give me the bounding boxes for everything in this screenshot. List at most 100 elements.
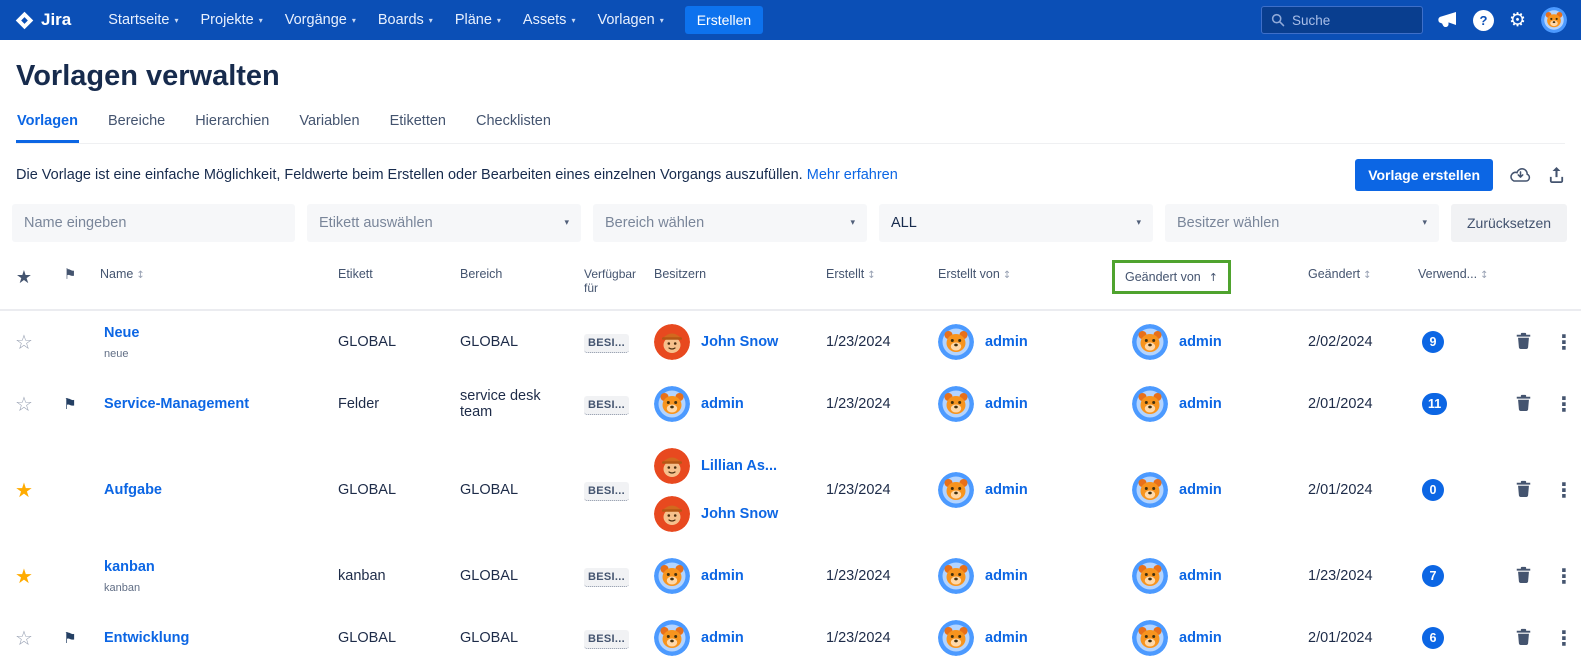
nav-item-boards[interactable]: Boards▾ <box>367 0 444 40</box>
template-name-link[interactable]: Entwicklung <box>104 630 189 646</box>
created-by-link[interactable]: admin <box>985 568 1028 584</box>
modified-by-link[interactable]: admin <box>1179 568 1222 584</box>
kebab-menu-icon[interactable]: ⋮ <box>1554 330 1574 354</box>
delete-icon[interactable] <box>1516 480 1531 497</box>
label-cell: GLOBAL <box>330 310 452 373</box>
created-by: admin <box>938 558 1102 594</box>
area-filter-select[interactable]: Bereich wählen ▾ <box>593 204 867 242</box>
delete-icon[interactable] <box>1516 628 1531 645</box>
owner-name-link[interactable]: Lillian As... <box>701 458 777 474</box>
template-name-link[interactable]: Neue <box>104 325 139 341</box>
col-geaendert-von[interactable]: Geändert von ↑ <box>1110 255 1300 310</box>
learn-more-link[interactable]: Mehr erfahren <box>807 167 898 183</box>
created-by-link[interactable]: admin <box>985 334 1028 350</box>
tab-checklisten[interactable]: Checklisten <box>475 109 552 143</box>
created-by-link[interactable]: admin <box>985 482 1028 498</box>
chevron-down-icon: ▾ <box>571 16 575 25</box>
help-icon[interactable]: ? <box>1473 10 1494 31</box>
col-name[interactable]: Name↕ <box>92 255 330 310</box>
created-date: 1/23/2024 <box>818 545 930 607</box>
owner-name-link[interactable]: John Snow <box>701 506 778 522</box>
modified-by-avatar <box>1132 324 1168 360</box>
owner-avatar <box>654 386 690 422</box>
modified-by-link[interactable]: admin <box>1179 630 1222 646</box>
reset-button[interactable]: Zurücksetzen <box>1451 204 1567 242</box>
nav-item-startseite[interactable]: Startseite▾ <box>97 0 189 40</box>
announcement-icon[interactable] <box>1438 11 1458 29</box>
col-erstellt-von-label: Erstellt von <box>938 267 1000 281</box>
template-name-link[interactable]: Service-Management <box>104 396 249 412</box>
tab-variablen[interactable]: Variablen <box>298 109 360 143</box>
label-filter-select[interactable]: Etikett auswählen ▾ <box>307 204 581 242</box>
nav-item-vorgaenge[interactable]: Vorgänge▾ <box>274 0 367 40</box>
star-outline-icon[interactable]: ☆ <box>15 330 33 354</box>
star-filled-icon[interactable]: ★ <box>15 564 33 588</box>
global-search[interactable] <box>1261 6 1423 34</box>
delete-icon[interactable] <box>1516 394 1531 411</box>
jira-logo[interactable]: Jira <box>14 10 71 31</box>
search-input[interactable] <box>1292 13 1402 28</box>
created-by-avatar <box>938 620 974 656</box>
star-filled-icon[interactable]: ★ <box>15 478 33 502</box>
chevron-down-icon: ▾ <box>429 16 433 25</box>
modified-by-link[interactable]: admin <box>1179 334 1222 350</box>
gear-icon[interactable]: ⚙ <box>1509 11 1526 30</box>
col-erstellt-von[interactable]: Erstellt von↕ <box>930 255 1110 310</box>
jira-logo-icon <box>14 10 35 31</box>
star-outline-icon[interactable]: ☆ <box>15 626 33 650</box>
name-filter-input[interactable] <box>12 204 295 242</box>
owner-name-link[interactable]: admin <box>701 396 744 412</box>
user-avatar[interactable] <box>1541 7 1567 33</box>
create-template-button[interactable]: Vorlage erstellen <box>1355 159 1493 191</box>
main-content: Vorlagen verwalten Vorlagen Bereiche Hie… <box>0 60 1581 669</box>
owner: John Snow <box>654 324 810 360</box>
created-by: admin <box>938 472 1102 508</box>
col-verfuegbar-fuer: Verfügbar für <box>580 255 646 310</box>
tab-hierarchien[interactable]: Hierarchien <box>194 109 270 143</box>
col-name-label: Name <box>100 267 133 281</box>
nav-item-projekte[interactable]: Projekte▾ <box>190 0 274 40</box>
tab-etiketten[interactable]: Etiketten <box>389 109 447 143</box>
modified-by-avatar <box>1132 558 1168 594</box>
top-navigation: Jira Startseite▾ Projekte▾ Vorgänge▾ Boa… <box>0 0 1581 40</box>
nav-item-vorlagen[interactable]: Vorlagen▾ <box>586 0 674 40</box>
area-cell: GLOBAL <box>452 607 580 669</box>
owner-name-link[interactable]: admin <box>701 568 744 584</box>
availability-filter-select[interactable]: ALL ▾ <box>879 204 1153 242</box>
col-verwendet[interactable]: Verwend...↕ <box>1410 255 1500 310</box>
owner-filter-select[interactable]: Besitzer wählen ▾ <box>1165 204 1439 242</box>
nav-item-label: Startseite <box>108 12 169 28</box>
tab-bereiche[interactable]: Bereiche <box>107 109 166 143</box>
export-icon[interactable] <box>1548 166 1565 184</box>
template-name-link[interactable]: kanban <box>104 559 155 575</box>
nav-item-plaene[interactable]: Pläne▾ <box>444 0 512 40</box>
kebab-menu-icon[interactable]: ⋮ <box>1554 564 1574 588</box>
col-geaendert[interactable]: Geändert↕ <box>1300 255 1410 310</box>
delete-icon[interactable] <box>1516 566 1531 583</box>
nav-item-assets[interactable]: Assets▾ <box>512 0 587 40</box>
star-header-icon[interactable]: ★ <box>16 267 32 288</box>
star-outline-icon[interactable]: ☆ <box>15 392 33 416</box>
col-erstellt[interactable]: Erstellt↕ <box>818 255 930 310</box>
modified-by-link[interactable]: admin <box>1179 396 1222 412</box>
flag-header-icon[interactable]: ⚑ <box>64 267 77 283</box>
kebab-menu-icon[interactable]: ⋮ <box>1554 626 1574 650</box>
modified-by-link[interactable]: admin <box>1179 482 1222 498</box>
created-by-link[interactable]: admin <box>985 396 1028 412</box>
owner-name-link[interactable]: John Snow <box>701 334 778 350</box>
kebab-menu-icon[interactable]: ⋮ <box>1554 478 1574 502</box>
created-by-link[interactable]: admin <box>985 630 1028 646</box>
chevron-down-icon: ▾ <box>259 16 263 25</box>
owner-name-link[interactable]: admin <box>701 630 744 646</box>
create-button[interactable]: Erstellen <box>685 6 763 34</box>
kebab-menu-icon[interactable]: ⋮ <box>1554 392 1574 416</box>
owner: admin <box>654 386 810 422</box>
page-description: Die Vorlage ist eine einfache Möglichkei… <box>16 167 898 183</box>
cloud-download-icon[interactable] <box>1509 166 1532 184</box>
chevron-down-icon: ▾ <box>850 218 855 228</box>
delete-icon[interactable] <box>1516 332 1531 349</box>
tab-vorlagen[interactable]: Vorlagen <box>16 109 79 143</box>
owner: John Snow <box>654 496 810 532</box>
page-title: Vorlagen verwalten <box>16 60 1565 93</box>
template-name-link[interactable]: Aufgabe <box>104 482 162 498</box>
